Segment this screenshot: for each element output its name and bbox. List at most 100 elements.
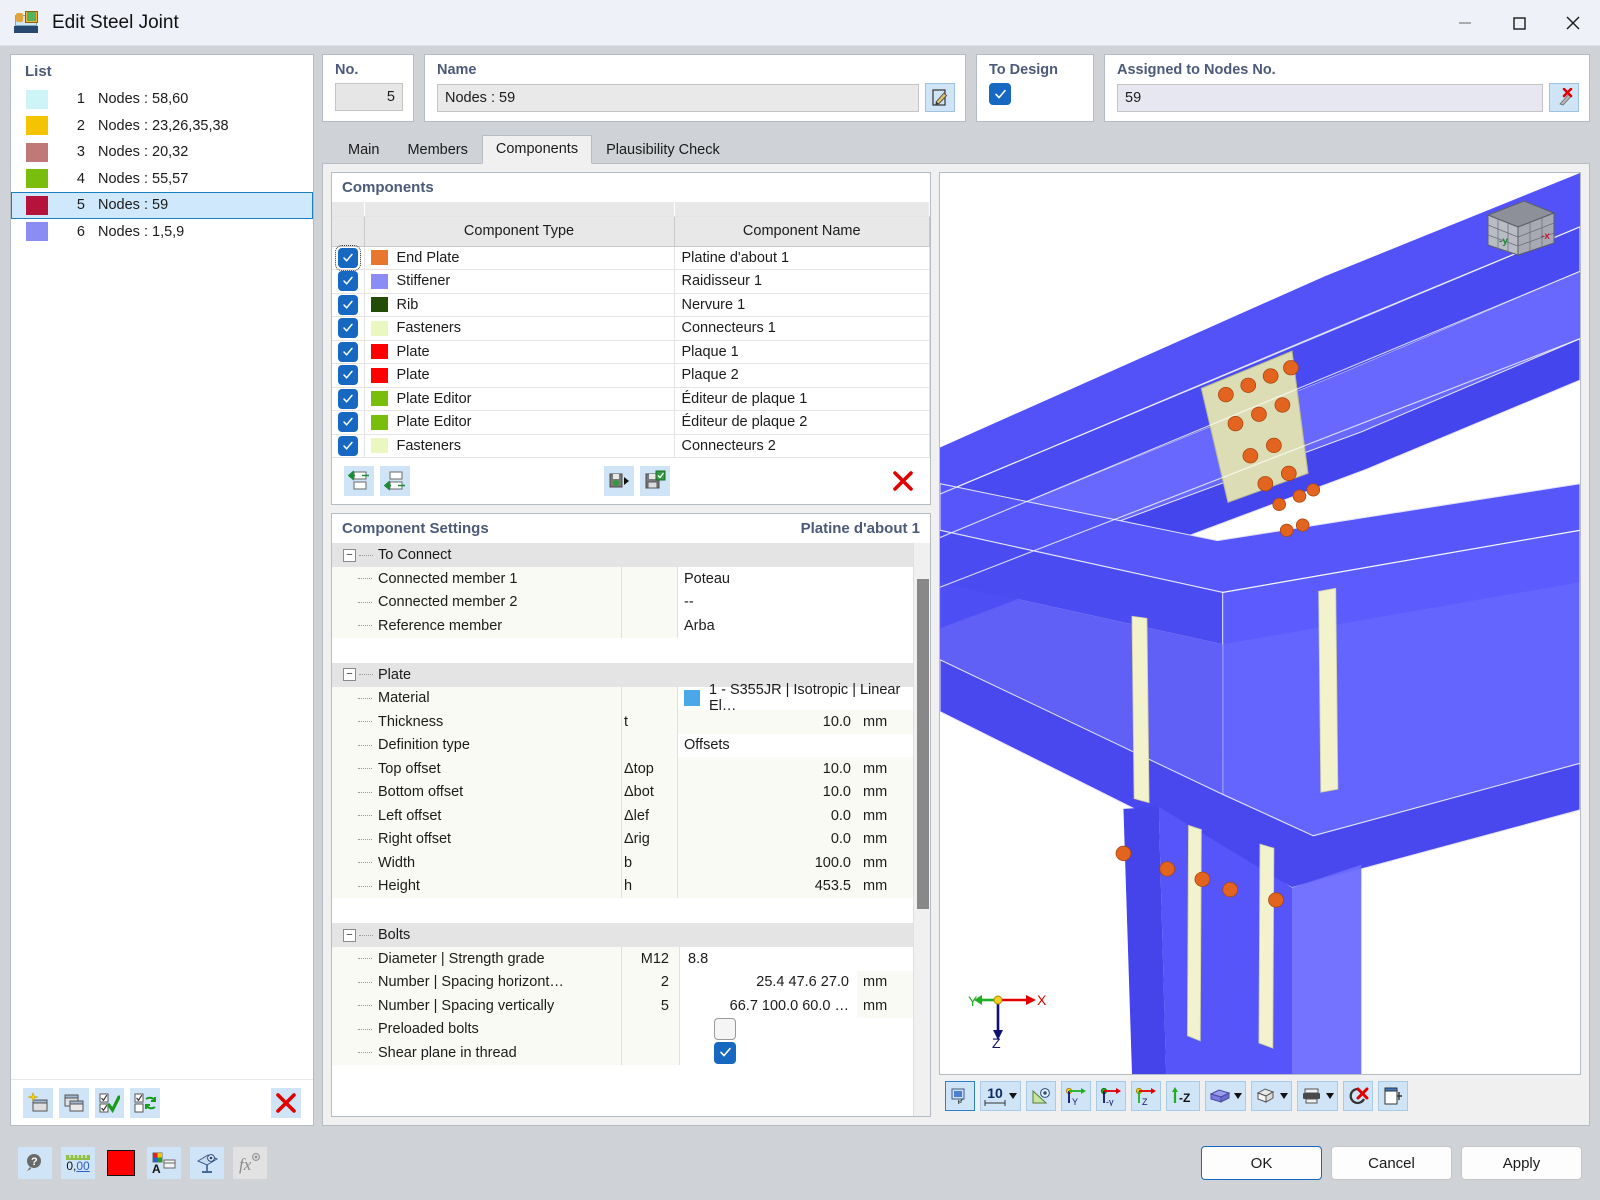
minimize-icon[interactable]	[1438, 0, 1492, 46]
zoom-factor-select[interactable]: 10	[980, 1081, 1021, 1111]
property-value[interactable]: 100.0	[815, 855, 851, 871]
display-properties-icon[interactable]: A	[147, 1147, 181, 1179]
property-value[interactable]: Arba	[684, 618, 715, 634]
measure-angle-icon[interactable]	[1026, 1081, 1056, 1111]
property-row[interactable]: Number | Spacing vertically 5 66.7 100.0…	[332, 994, 913, 1018]
to-design-checkbox[interactable]	[989, 83, 1011, 105]
property-value[interactable]: 10.0	[823, 761, 851, 777]
list-item[interactable]: 2 Nodes : 23,26,35,38	[11, 113, 313, 140]
bolt-spacing-horizontal[interactable]: 25.4 47.6 27.0	[756, 974, 849, 990]
list-item[interactable]: 3 Nodes : 20,32	[11, 139, 313, 166]
property-value[interactable]: --	[684, 594, 694, 610]
property-value[interactable]: 453.5	[815, 878, 851, 894]
property-value[interactable]: Poteau	[684, 571, 730, 587]
property-row[interactable]: Preloaded bolts	[332, 1017, 913, 1041]
table-row[interactable]: Rib Nervure 1	[332, 293, 930, 317]
property-row[interactable]: Number | Spacing horizont… 2 25.4 47.6 2…	[332, 970, 913, 994]
axis-minus-y-icon[interactable]: -y	[1096, 1081, 1126, 1111]
copy-window-icon[interactable]	[58, 1087, 89, 1118]
import-green-icon[interactable]	[604, 466, 634, 496]
bolt-count-vertical[interactable]: 5	[622, 994, 680, 1018]
table-row[interactable]: Plate Plaque 1	[332, 340, 930, 364]
settings-scrollbar[interactable]	[913, 543, 930, 1116]
list-item[interactable]: 4 Nodes : 55,57	[11, 166, 313, 193]
bolt-diameter[interactable]: M12	[622, 947, 680, 971]
row-checkbox[interactable]	[337, 294, 358, 315]
property-value[interactable]: 10.0	[823, 714, 851, 730]
no-input[interactable]: 5	[335, 83, 403, 111]
table-row[interactable]: Plate Editor Éditeur de plaque 1	[332, 387, 930, 411]
property-row[interactable]: Definition type Offsets	[332, 733, 913, 757]
property-row[interactable]: Shear plane in thread	[332, 1041, 913, 1065]
row-checkbox[interactable]	[337, 341, 358, 362]
property-value[interactable]: 0.0	[831, 808, 851, 824]
tab-plausibility-check[interactable]: Plausibility Check	[592, 136, 734, 164]
view-navigation-cube[interactable]: -y -x	[1484, 199, 1558, 261]
red-x-icon[interactable]	[271, 1087, 302, 1118]
joint-3d-viewport[interactable]: -y -x X Y Z	[939, 172, 1581, 1075]
row-checkbox[interactable]	[337, 388, 358, 409]
detach-panel-icon[interactable]	[1378, 1081, 1408, 1111]
collapse-icon[interactable]: −	[343, 668, 356, 681]
property-row[interactable]: Right offset Δrig 0.0 mm	[332, 827, 913, 851]
visibility-icon[interactable]	[190, 1147, 224, 1179]
row-checkbox[interactable]	[334, 244, 361, 271]
table-row[interactable]: Plate Editor Éditeur de plaque 2	[332, 410, 930, 435]
property-row[interactable]: Connected member 2 --	[332, 590, 913, 614]
group-to-connect[interactable]: − To Connect	[332, 543, 913, 567]
property-row[interactable]: Left offset Δlef 0.0 mm	[332, 804, 913, 828]
tab-main[interactable]: Main	[334, 136, 393, 164]
list-item-selected[interactable]: 5 Nodes : 59	[11, 192, 313, 219]
deselect-icon[interactable]	[1343, 1081, 1373, 1111]
assigned-input[interactable]: 59	[1117, 83, 1543, 112]
property-value[interactable]: Offsets	[684, 737, 730, 753]
red-x-icon[interactable]	[888, 466, 918, 496]
chevron-down-icon[interactable]	[1326, 1093, 1334, 1099]
render-image-icon[interactable]	[945, 1081, 975, 1111]
pencil-edit-icon[interactable]	[925, 83, 955, 112]
property-value[interactable]: 10.0	[823, 784, 851, 800]
property-row[interactable]: Bottom offset Δbot 10.0 mm	[332, 780, 913, 804]
list-item[interactable]: 6 Nodes : 1,5,9	[11, 219, 313, 246]
bolt-count-horizontal[interactable]: 2	[622, 970, 680, 994]
save-green-icon[interactable]	[640, 466, 670, 496]
row-checkbox[interactable]	[337, 271, 358, 292]
wireframe-cube-icon[interactable]	[1251, 1081, 1292, 1111]
table-row[interactable]: Stiffener Raidisseur 1	[332, 269, 930, 294]
table-row[interactable]: End Plate Platine d'about 1	[332, 244, 930, 271]
decimal-places-icon[interactable]: 0,00	[61, 1147, 95, 1179]
table-row[interactable]: Plate Plaque 2	[332, 363, 930, 388]
chevron-down-icon[interactable]	[1234, 1093, 1242, 1099]
property-row[interactable]: Width b 100.0 mm	[332, 851, 913, 875]
property-row[interactable]: Material 1 - S355JR | Isotropic | Linear…	[332, 682, 913, 714]
new-window-icon[interactable]	[23, 1087, 53, 1118]
row-checkbox[interactable]	[337, 365, 358, 386]
insert-before-icon[interactable]	[344, 466, 374, 496]
property-row[interactable]: Diameter | Strength grade M12 8.8	[332, 947, 913, 971]
pick-delete-icon[interactable]	[1549, 83, 1579, 112]
settings-scrollbar-thumb[interactable]	[917, 579, 929, 909]
bolt-grade[interactable]: 8.8	[688, 951, 708, 967]
help-magnifier-icon[interactable]: ?	[18, 1147, 52, 1179]
chevron-down-icon[interactable]	[1009, 1093, 1017, 1099]
row-checkbox[interactable]	[337, 435, 358, 456]
solid-block-icon[interactable]	[1205, 1081, 1246, 1111]
list-item[interactable]: 1 Nodes : 58,60	[11, 86, 313, 113]
collapse-icon[interactable]: −	[343, 928, 356, 942]
bolt-spacing-vertical[interactable]: 66.7 100.0 60.0 …	[730, 998, 849, 1014]
joint-list[interactable]: 1 Nodes : 58,60 2 Nodes : 23,26,35,38 3 …	[11, 86, 313, 1079]
insert-after-icon[interactable]	[380, 466, 410, 496]
tab-members[interactable]: Members	[393, 136, 481, 164]
property-value[interactable]: 0.0	[831, 831, 851, 847]
close-icon[interactable]	[1546, 0, 1600, 46]
axis-minus-z-icon[interactable]: -Z	[1166, 1081, 1200, 1111]
axis-z-icon[interactable]: Z	[1131, 1081, 1161, 1111]
table-row[interactable]: Fasteners Connecteurs 2	[332, 434, 930, 458]
axis-y-icon[interactable]: Y	[1061, 1081, 1091, 1111]
invert-check-icon[interactable]	[130, 1087, 161, 1118]
ok-button[interactable]: OK	[1201, 1146, 1322, 1180]
maximize-icon[interactable]	[1492, 0, 1546, 46]
printer-icon[interactable]	[1297, 1081, 1338, 1111]
property-row[interactable]: Height h 453.5 mm	[332, 874, 913, 898]
preloaded-bolts-checkbox[interactable]	[714, 1018, 736, 1041]
